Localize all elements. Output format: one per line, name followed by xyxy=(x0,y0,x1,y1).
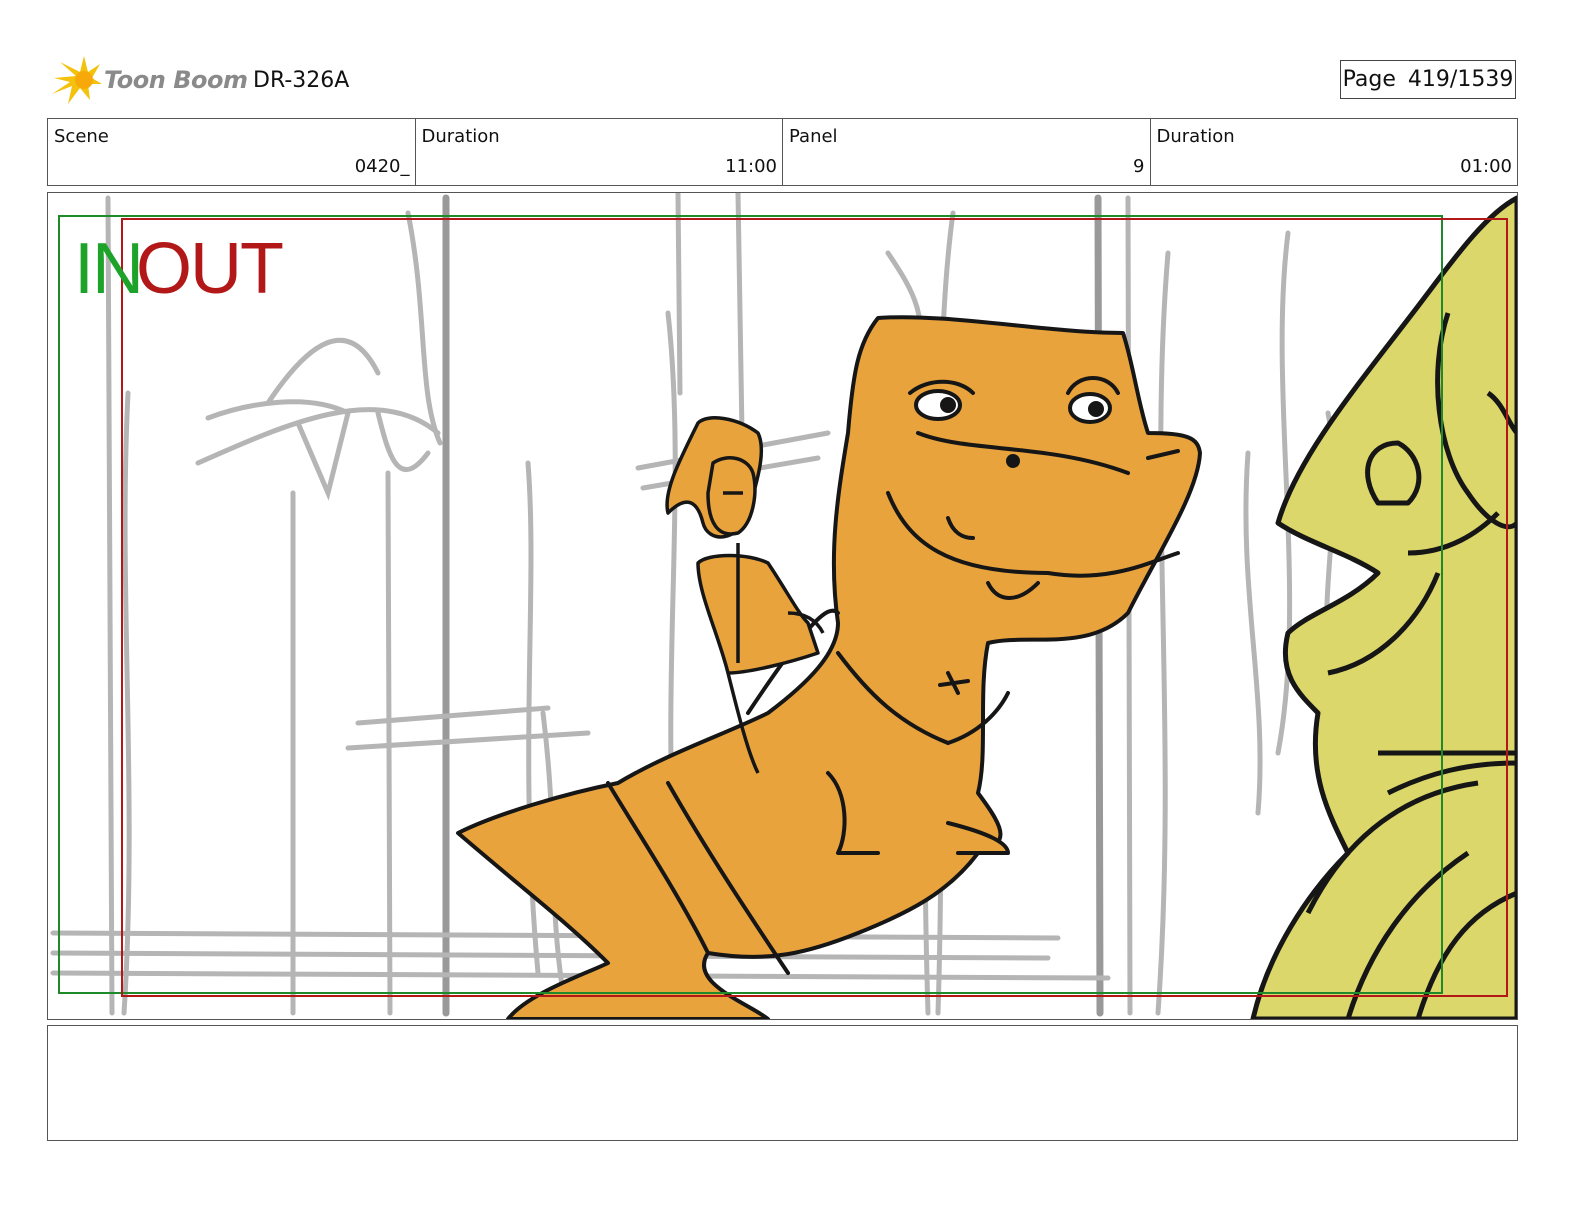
statue-character xyxy=(1250,195,1517,1019)
panel-info-row: Scene 0420_ Duration 11:00 Panel 9 Durat… xyxy=(47,118,1518,186)
scene-value: 0420_ xyxy=(354,156,410,177)
panel-label: Panel xyxy=(789,126,838,147)
scene-duration-label: Duration xyxy=(421,126,500,147)
out-label: OUT xyxy=(136,229,284,309)
panel-cell: Panel 9 xyxy=(783,119,1151,185)
notes-box[interactable] xyxy=(47,1025,1518,1141)
star-burst-icon xyxy=(52,56,102,104)
panel-duration-value: 01:00 xyxy=(1460,156,1512,177)
page-value: 419/1539 xyxy=(1407,67,1514,92)
page-label: Page xyxy=(1342,67,1396,92)
scene-duration-cell: Duration 11:00 xyxy=(416,119,783,185)
document-id: DR-326A xyxy=(253,68,350,93)
logo-text: Toon Boom xyxy=(104,66,248,94)
panel-sketch xyxy=(50,193,1517,1019)
in-label: IN xyxy=(74,229,144,309)
dinosaur-character xyxy=(456,315,1202,1019)
panel-duration-cell: Duration 01:00 xyxy=(1151,119,1518,185)
panel-duration-label: Duration xyxy=(1156,126,1235,147)
scene-label: Scene xyxy=(54,126,109,147)
scene-cell: Scene 0420_ xyxy=(48,119,416,185)
scene-duration-value: 11:00 xyxy=(725,156,777,177)
panel-value: 9 xyxy=(1133,156,1145,177)
storyboard-panel: IN OUT xyxy=(47,192,1518,1020)
page-indicator: Page 419/1539 xyxy=(1340,60,1516,99)
